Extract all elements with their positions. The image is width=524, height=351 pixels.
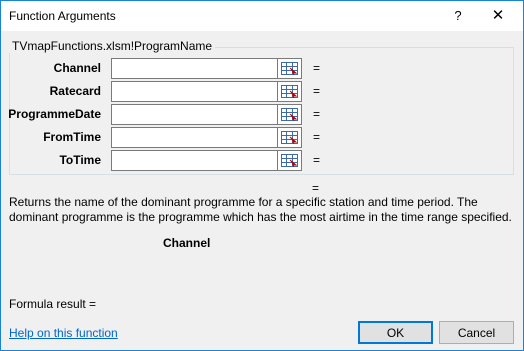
channel-field[interactable]: [111, 58, 278, 79]
argument-label: Ratecard: [49, 84, 101, 98]
function-arguments-dialog: Function Arguments ? ✕ TVmapFunctions.xl…: [0, 0, 524, 351]
formula-result: Formula result =: [9, 297, 97, 311]
range-select-icon: [281, 62, 298, 75]
function-description: Returns the name of the dominant program…: [9, 195, 512, 224]
collapse-dialog-button[interactable]: [278, 104, 302, 125]
help-icon[interactable]: ?: [438, 1, 478, 31]
argument-result: =: [313, 153, 321, 167]
function-result-eq: =: [312, 181, 320, 195]
close-icon[interactable]: ✕: [478, 1, 518, 31]
range-select-icon: [281, 108, 298, 121]
collapse-dialog-button[interactable]: [278, 81, 302, 102]
argument-result: =: [313, 107, 321, 121]
argument-result: =: [313, 130, 321, 144]
title-bar: Function Arguments ? ✕: [1, 1, 523, 31]
argument-label: FromTime: [43, 130, 101, 144]
dialog-title: Function Arguments: [9, 9, 116, 23]
ok-button[interactable]: OK: [358, 321, 433, 344]
argument-description-name: Channel: [163, 236, 211, 250]
collapse-dialog-button[interactable]: [278, 150, 302, 171]
argument-label: Channel: [53, 61, 101, 75]
collapse-dialog-button[interactable]: [278, 58, 302, 79]
help-on-function-link[interactable]: Help on this function: [9, 326, 118, 340]
function-name-label: TVmapFunctions.xlsm!ProgramName: [9, 39, 216, 53]
programmedate-field[interactable]: [111, 104, 278, 125]
totime-field[interactable]: [111, 150, 278, 171]
argument-label: ToTime: [59, 153, 101, 167]
ratecard-field[interactable]: [111, 81, 278, 102]
range-select-icon: [281, 131, 298, 144]
range-select-icon: [281, 85, 298, 98]
fromtime-field[interactable]: [111, 127, 278, 148]
collapse-dialog-button[interactable]: [278, 127, 302, 148]
argument-result: =: [313, 84, 321, 98]
argument-result: =: [313, 61, 321, 75]
argument-label: ProgrammeDate: [8, 107, 101, 121]
cancel-button[interactable]: Cancel: [439, 321, 514, 344]
range-select-icon: [281, 154, 298, 167]
